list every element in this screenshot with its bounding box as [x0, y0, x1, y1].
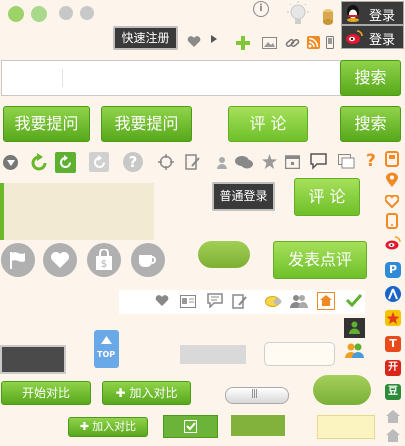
add-compare-small-label: 加入对比: [92, 420, 137, 433]
home-icon[interactable]: [385, 428, 401, 443]
phone-icon[interactable]: [326, 36, 334, 49]
ask-question-button-2[interactable]: 我要提问: [101, 106, 192, 142]
location-pin-icon[interactable]: [385, 172, 399, 188]
plus-icon[interactable]: [236, 36, 250, 50]
green-pill-large[interactable]: [313, 375, 371, 405]
normal-login-button[interactable]: 普通登录: [212, 182, 275, 211]
refresh-icon[interactable]: [29, 153, 49, 173]
circle-gray-2: [80, 6, 94, 20]
chat-gray-icon[interactable]: [273, 297, 282, 306]
refresh-icon: [94, 155, 105, 168]
home-orange-icon[interactable]: [317, 292, 335, 310]
ask-question-button-1[interactable]: 我要提问: [3, 106, 90, 142]
plus-icon: ✚: [115, 386, 126, 400]
circle-green-2: [31, 6, 47, 22]
circle-green-1: [8, 6, 24, 22]
plus-icon: ✚: [79, 420, 90, 433]
flag-icon[interactable]: [1, 243, 35, 277]
check-box-icon: [184, 420, 197, 433]
add-compare-label: 加入对比: [129, 386, 178, 400]
douban-icon[interactable]: 豆: [385, 384, 401, 400]
search-side-button[interactable]: 搜索: [340, 106, 401, 142]
check-icon[interactable]: [346, 293, 362, 307]
mobile-icon[interactable]: [385, 213, 399, 229]
user-dark-box[interactable]: [344, 318, 365, 338]
start-compare-button[interactable]: 开始对比: [1, 381, 91, 405]
weibo-login-bar[interactable]: 登录: [341, 25, 404, 49]
pale-yellow-rect: [317, 415, 375, 439]
lightbulb-icon: [287, 1, 309, 24]
search-divider: [62, 69, 63, 87]
search-box: [1, 60, 343, 96]
edit-document-icon[interactable]: [185, 154, 200, 170]
coins-icon: [323, 9, 333, 25]
kaixin-icon[interactable]: 开: [385, 360, 401, 376]
rss-icon[interactable]: [307, 36, 320, 49]
dark-rect-button[interactable]: [0, 345, 66, 374]
edit-icon[interactable]: [232, 294, 247, 309]
qq-login-label: 登录: [369, 9, 396, 24]
quick-register-button[interactable]: 快速注册: [113, 26, 178, 50]
comment-button-2[interactable]: 评 论: [294, 178, 360, 216]
calendar-icon[interactable]: [285, 154, 300, 169]
user-icon[interactable]: [217, 157, 227, 169]
scroll-handle[interactable]: |||: [225, 387, 289, 404]
post-review-button[interactable]: 发表点评: [273, 241, 367, 279]
green-pill-button[interactable]: [198, 241, 250, 268]
empty-input-box[interactable]: [264, 342, 335, 366]
home-icon[interactable]: [385, 409, 401, 424]
bookmark-orange-icon[interactable]: [385, 151, 399, 167]
chevron-down-icon: [7, 160, 15, 166]
gray-bar: [180, 345, 246, 364]
comment-icon[interactable]: [207, 293, 223, 308]
chat-bubbles-icon[interactable]: [235, 155, 253, 169]
link-icon[interactable]: [285, 36, 300, 50]
beige-panel: [0, 183, 154, 240]
weibo-login-label: 登录: [369, 33, 396, 48]
icon-toolbar: [119, 290, 365, 314]
refresh-icon: [60, 155, 71, 168]
play-triangle-icon[interactable]: [210, 34, 218, 44]
search-button[interactable]: 搜索: [340, 60, 401, 96]
qq-penguin-icon: [347, 5, 359, 22]
add-compare-button[interactable]: ✚ 加入对比: [102, 381, 191, 405]
heart-icon[interactable]: [155, 295, 169, 307]
add-compare-small-button[interactable]: ✚ 加入对比: [68, 417, 148, 437]
heart-icon[interactable]: [187, 36, 201, 48]
top-label: TOP: [97, 350, 116, 359]
weibo-icon[interactable]: [385, 235, 401, 251]
image-icon[interactable]: [262, 37, 277, 49]
olive-green-rect[interactable]: [231, 415, 285, 436]
speech-bubble-icon[interactable]: [310, 153, 327, 170]
users-group-icon[interactable]: [345, 342, 364, 359]
search-input[interactable]: [6, 65, 60, 91]
orange-question-icon[interactable]: ?: [366, 151, 376, 171]
help-question-icon[interactable]: ?: [123, 152, 143, 172]
checkbox-green-button[interactable]: [163, 415, 218, 438]
qq-login-bar[interactable]: 登录: [341, 1, 404, 25]
crosshair-icon[interactable]: [158, 154, 174, 170]
tianya-icon[interactable]: T: [385, 336, 401, 352]
weibo-icon: [346, 30, 363, 44]
panel-accent-bar: [0, 183, 4, 240]
svg-text:$: $: [101, 259, 107, 270]
tencent-weibo-icon[interactable]: P: [385, 262, 401, 278]
users-icon[interactable]: [290, 294, 308, 309]
coffee-cup-icon[interactable]: [131, 243, 165, 277]
qzone-star-icon[interactable]: [385, 310, 401, 326]
id-card-icon[interactable]: [180, 295, 196, 308]
shopping-bag-icon[interactable]: $: [87, 243, 121, 277]
star-icon[interactable]: [262, 154, 277, 169]
circle-gray-1: [59, 6, 73, 20]
heart-outline-icon[interactable]: [385, 195, 399, 208]
comment-button-1[interactable]: 评 论: [228, 106, 308, 142]
window-icon[interactable]: [338, 154, 355, 169]
heart-circle-icon[interactable]: [43, 243, 77, 277]
info-icon[interactable]: i: [253, 1, 269, 17]
grip-icon: |||: [251, 389, 258, 399]
renren-icon[interactable]: [385, 286, 401, 302]
top-button[interactable]: TOP: [94, 330, 119, 368]
